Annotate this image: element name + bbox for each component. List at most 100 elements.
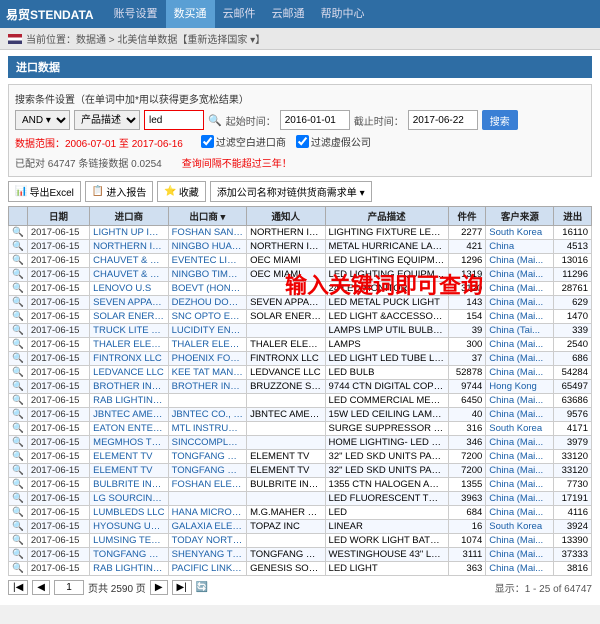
search-icon-cell[interactable]: 🔍 (9, 534, 28, 548)
last-page-button[interactable]: ▶| (172, 580, 192, 595)
cell-exporter[interactable]: GALAXIA ELECTR... (168, 520, 246, 534)
cell-importer[interactable]: LG SOURCING.I... (90, 492, 168, 506)
cell-exporter[interactable]: SINCCOMPLEX LTD (168, 436, 246, 450)
search-icon-cell[interactable]: 🔍 (9, 492, 28, 506)
cell-exporter[interactable]: THALER ELECTRI... (168, 338, 246, 352)
cell-importer[interactable]: BULBRITE INDUS... (90, 478, 168, 492)
cell-exporter[interactable]: TONGFANG GLO... (168, 464, 246, 478)
cell-importer[interactable]: FINTRONX LLC (90, 352, 168, 366)
cell-source[interactable]: China (Mai... (486, 394, 554, 408)
cell-exporter[interactable]: HANA MICROELE... (168, 506, 246, 520)
nav-data[interactable]: 数买通 (166, 0, 215, 28)
cell-exporter[interactable]: TONGFANG GLO... (168, 450, 246, 464)
nav-help[interactable]: 帮助中心 (313, 0, 373, 28)
cell-exporter[interactable] (168, 394, 246, 408)
cell-exporter[interactable]: FOSHAN ELECTR... (168, 478, 246, 492)
export-excel-button[interactable]: 📊 导出Excel (8, 181, 81, 202)
cell-source[interactable]: South Korea (486, 226, 554, 240)
cell-source[interactable]: China (Mai... (486, 338, 554, 352)
col-exporter[interactable]: 出口商 ▾ (168, 207, 246, 226)
cell-exporter[interactable]: SHENYANG TON... (168, 548, 246, 562)
cell-exporter[interactable]: BROTHER INDUS... (168, 380, 246, 394)
cell-source[interactable]: China (Mai... (486, 254, 554, 268)
search-icon-cell[interactable]: 🔍 (9, 324, 28, 338)
add-company-button[interactable]: 添加公司名称对链供货商需求单 ▾ (210, 181, 372, 202)
cell-source[interactable]: China (Mai... (486, 534, 554, 548)
cell-exporter[interactable]: NINGBO HUAMA... (168, 240, 246, 254)
search-icon-cell[interactable]: 🔍 (9, 562, 28, 576)
cell-source[interactable]: Hong Kong (486, 380, 554, 394)
cell-source[interactable]: China (Mai... (486, 450, 554, 464)
page-input[interactable] (54, 580, 84, 595)
first-page-button[interactable]: |◀ (8, 580, 28, 595)
cell-importer[interactable]: HYOSUNG USA I... (90, 520, 168, 534)
cell-exporter[interactable]: PHOENIX FOREIG... (168, 352, 246, 366)
cell-importer[interactable]: ELEMENT TV (90, 464, 168, 478)
search-button[interactable]: 搜索 (482, 110, 518, 130)
collect-button[interactable]: ⭐ 收藏 (157, 181, 205, 202)
search-icon-cell[interactable]: 🔍 (9, 240, 28, 254)
cell-source[interactable]: China (Mai... (486, 352, 554, 366)
cell-exporter[interactable] (168, 492, 246, 506)
cell-exporter[interactable]: EVENTEC LIMITED (168, 254, 246, 268)
search-icon-cell[interactable]: 🔍 (9, 352, 28, 366)
search-icon-cell[interactable]: 🔍 (9, 338, 28, 352)
cell-exporter[interactable]: PACIFIC LINK IN... (168, 562, 246, 576)
search-icon-cell[interactable]: 🔍 (9, 422, 28, 436)
cell-exporter[interactable]: TODAY NORTH L... (168, 534, 246, 548)
cell-importer[interactable]: LENOVO U.S (90, 282, 168, 296)
next-page-button[interactable]: ▶ (150, 580, 168, 595)
search-icon-cell[interactable]: 🔍 (9, 548, 28, 562)
cell-exporter[interactable]: FOSHAN SANSH... (168, 226, 246, 240)
col-importer[interactable]: 进口商 (90, 207, 168, 226)
cell-exporter[interactable]: NINGBO TIMBER... (168, 268, 246, 282)
cell-importer[interactable]: TONGFANG GLO... (90, 548, 168, 562)
checkbox-fake-company[interactable]: 过滤虚假公司 (296, 134, 371, 149)
checkbox-empty-importer[interactable]: 过滤空白进口商 (201, 134, 286, 149)
cell-source[interactable]: China (Mai... (486, 506, 554, 520)
search-icon-cell[interactable]: 🔍 (9, 380, 28, 394)
cell-exporter[interactable]: DEZHOU DODO ... (168, 296, 246, 310)
field-select[interactable]: 产品描述 (74, 110, 140, 130)
search-icon-cell[interactable]: 🔍 (9, 296, 28, 310)
cell-importer[interactable]: SEVEN APPAREL (90, 296, 168, 310)
search-icon-cell[interactable]: 🔍 (9, 226, 28, 240)
cell-exporter[interactable]: BOEVT (HONG K... (168, 282, 246, 296)
cell-exporter[interactable]: KEE TAT MANUF... (168, 366, 246, 380)
cell-importer[interactable]: TRUCK LITE COM... (90, 324, 168, 338)
search-icon-cell[interactable]: 🔍 (9, 464, 28, 478)
cell-source[interactable]: China (Mai... (486, 408, 554, 422)
cell-source[interactable]: China (Tai... (486, 324, 554, 338)
cell-importer[interactable]: RAB LIGHTING INC (90, 394, 168, 408)
cell-source[interactable]: China (Mai... (486, 562, 554, 576)
search-icon-cell[interactable]: 🔍 (9, 408, 28, 422)
cell-exporter[interactable]: JBNTEC CO., LTD. (168, 408, 246, 422)
col-source[interactable]: 客户来源 (486, 207, 554, 226)
cell-source[interactable]: China (Mai... (486, 478, 554, 492)
keyword-input[interactable] (144, 110, 204, 130)
cell-importer[interactable]: SOLAR ENERGY ... (90, 310, 168, 324)
cell-source[interactable]: China (Mai... (486, 296, 554, 310)
search-icon-cell[interactable]: 🔍 (9, 394, 28, 408)
prev-page-button[interactable]: ◀ (32, 580, 50, 595)
search-icon-cell[interactable]: 🔍 (9, 268, 28, 282)
cell-importer[interactable]: CHAUVET & SON... (90, 268, 168, 282)
search-icon-cell[interactable]: 🔍 (9, 478, 28, 492)
cell-importer[interactable]: LIGHTN UP INC. (90, 226, 168, 240)
cell-source[interactable]: China (Mai... (486, 310, 554, 324)
cell-importer[interactable]: RAB LIGHTING I... (90, 562, 168, 576)
cell-importer[interactable]: CHAUVET & SON... (90, 254, 168, 268)
cell-source[interactable]: China (Mai... (486, 268, 554, 282)
search-icon-cell[interactable]: 🔍 (9, 282, 28, 296)
cell-importer[interactable]: NORTHERN INTE... (90, 240, 168, 254)
cell-importer[interactable]: ELEMENT TV (90, 450, 168, 464)
search-icon-cell[interactable]: 🔍 (9, 310, 28, 324)
search-icon-cell[interactable]: 🔍 (9, 450, 28, 464)
cell-importer[interactable]: THALER ELECTRIC (90, 338, 168, 352)
cell-importer[interactable]: MEGMHOS TEO... (90, 436, 168, 450)
col-qty[interactable]: 件件 (448, 207, 485, 226)
cell-source[interactable]: China (486, 240, 554, 254)
nav-mail[interactable]: 云邮件 (215, 0, 264, 28)
cell-importer[interactable]: LUMSING TECHI... (90, 534, 168, 548)
cell-importer[interactable]: LEDVANCE LLC (90, 366, 168, 380)
